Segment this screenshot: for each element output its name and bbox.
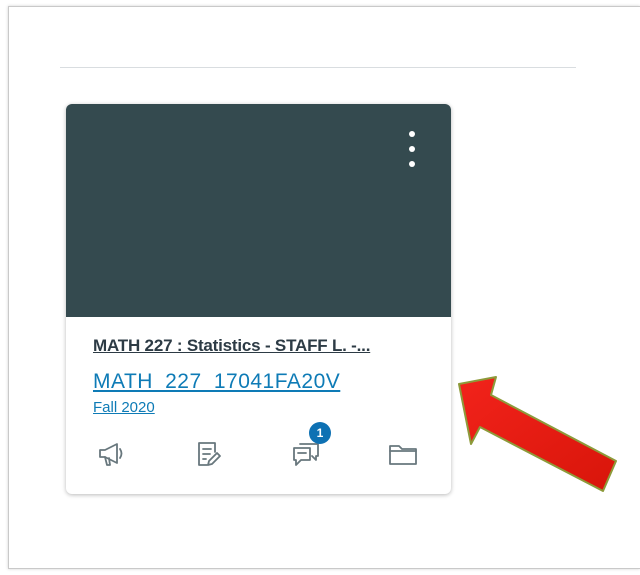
files-icon[interactable] bbox=[387, 438, 419, 470]
course-title-link[interactable]: MATH 227 : Statistics - STAFF L. -... bbox=[93, 336, 433, 356]
assignments-icon[interactable] bbox=[193, 438, 225, 470]
announcements-icon[interactable] bbox=[96, 438, 128, 470]
course-term-link[interactable]: Fall 2020 bbox=[93, 399, 155, 416]
discussions-icon[interactable]: 1 bbox=[290, 422, 331, 470]
course-card-actions: 1 bbox=[66, 422, 451, 482]
course-card-hero[interactable] bbox=[66, 104, 451, 317]
course-code-link[interactable]: MATH_227_17041FA20V bbox=[93, 370, 340, 394]
course-card[interactable]: MATH 227 : Statistics - STAFF L. -... MA… bbox=[66, 104, 451, 494]
dashboard-divider bbox=[60, 67, 576, 68]
discussions-unread-badge: 1 bbox=[309, 422, 331, 444]
kebab-icon[interactable] bbox=[405, 131, 419, 167]
dashboard-frame: MATH 227 : Statistics - STAFF L. -... MA… bbox=[8, 6, 640, 569]
